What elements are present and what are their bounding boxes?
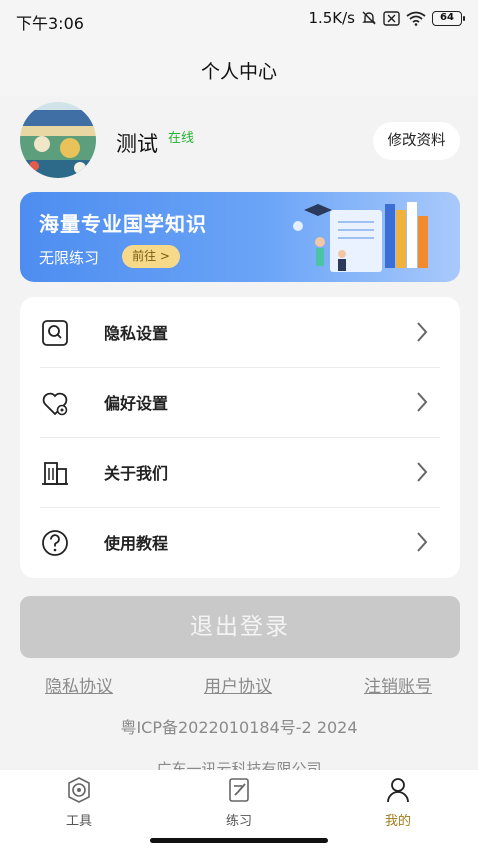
building-icon: [40, 458, 70, 488]
banner-go-button[interactable]: 前往 >: [122, 245, 180, 268]
status-bar: 下午3:06 1.5K/s 64: [0, 0, 478, 42]
home-indicator[interactable]: [150, 838, 328, 843]
chevron-right-icon: [416, 461, 428, 487]
promo-banner[interactable]: 海量专业国学知识 无限练习 前往 >: [20, 192, 460, 282]
chevron-right-icon: [416, 391, 428, 417]
logout-button[interactable]: 退出登录: [20, 596, 460, 658]
study-illustration-icon: [290, 198, 440, 282]
online-status: 在线: [168, 131, 195, 146]
chevron-right-icon: [416, 531, 428, 557]
privacy-policy-link[interactable]: 隐私协议: [45, 672, 113, 697]
battery-icon: 64: [432, 10, 465, 26]
edit-profile-button[interactable]: 修改资料: [373, 122, 460, 160]
menu-item-privacy[interactable]: 隐私设置: [40, 297, 440, 367]
network-speed: 1.5K/s: [308, 9, 355, 27]
banner-subtitle: 无限练习: [39, 249, 100, 267]
status-time: 下午3:06: [16, 14, 84, 33]
menu-item-tutorial[interactable]: 使用教程: [40, 507, 440, 577]
menu-item-about[interactable]: 关于我们: [40, 437, 440, 507]
help-circle-icon: [40, 528, 70, 558]
wifi-icon: [406, 11, 426, 26]
tools-icon: [68, 777, 90, 803]
menu-item-label: 隐私设置: [104, 324, 169, 343]
title-bar: 个人中心: [0, 42, 478, 96]
chevron-right-icon: [416, 321, 428, 347]
profile-icon: [387, 778, 409, 803]
tab-label: 工具: [65, 814, 92, 829]
tab-label: 练习: [225, 814, 252, 829]
page-title: 个人中心: [200, 61, 277, 83]
icp-record: 粤ICP备2022010184号-2 2024: [120, 718, 358, 737]
privacy-search-icon: [40, 318, 70, 348]
user-agreement-link[interactable]: 用户协议: [204, 672, 272, 697]
menu-item-label: 关于我们: [104, 464, 169, 483]
tab-tools[interactable]: 工具: [29, 770, 129, 850]
mute-bell-icon: [361, 10, 377, 26]
menu-item-preferences[interactable]: 偏好设置: [40, 367, 440, 437]
username: 测试: [116, 132, 158, 156]
menu-item-label: 偏好设置: [104, 394, 169, 413]
tab-mine[interactable]: 我的: [348, 770, 448, 850]
avatar[interactable]: [20, 102, 96, 178]
menu-item-label: 使用教程: [104, 534, 169, 553]
settings-menu: 隐私设置 偏好设置 关于我们 使用教程: [20, 297, 460, 578]
sim-off-icon: [383, 10, 400, 26]
practice-icon: [229, 778, 249, 802]
delete-account-link[interactable]: 注销账号: [364, 672, 432, 697]
banner-title: 海量专业国学知识: [39, 212, 207, 236]
heart-settings-icon: [40, 388, 70, 418]
tab-label: 我的: [384, 814, 411, 829]
status-icons: 1.5K/s 64: [308, 9, 465, 27]
